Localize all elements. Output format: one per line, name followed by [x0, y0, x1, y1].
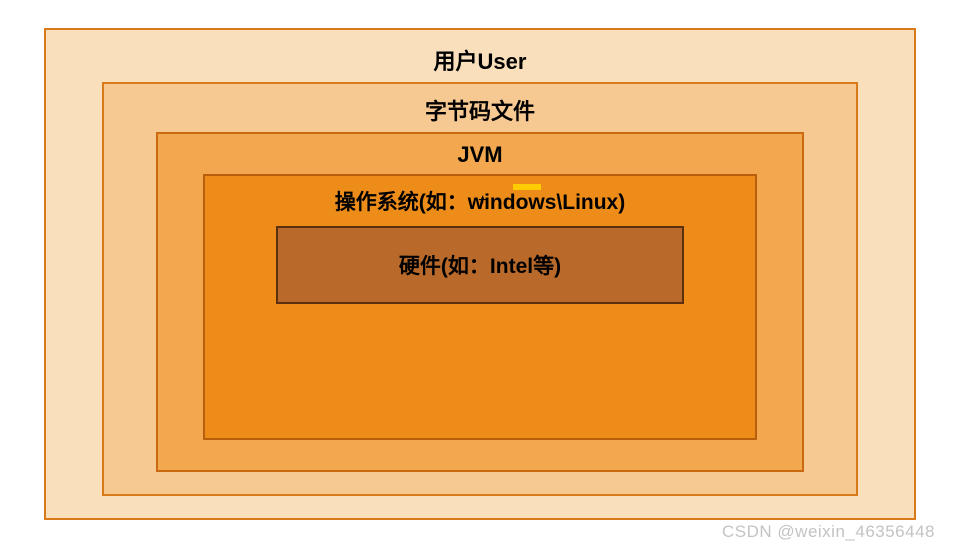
plus-mark: + [478, 192, 487, 210]
label-bytecode: 字节码文件 [425, 84, 535, 132]
watermark: CSDN @weixin_46356448 [722, 522, 935, 542]
layer-user: 用户User 字节码文件 + JVM 操作系统(如：windows\Linux)… [44, 28, 916, 520]
label-user: 用户User [434, 30, 527, 82]
accent-bar [513, 184, 541, 190]
label-hardware: 硬件(如：Intel等) [399, 250, 561, 280]
layer-os: 操作系统(如：windows\Linux) 硬件(如：Intel等) [203, 174, 757, 440]
layer-bytecode: 字节码文件 + JVM 操作系统(如：windows\Linux) 硬件(如：I… [102, 82, 858, 496]
label-jvm: JVM [457, 134, 502, 174]
layer-jvm: + JVM 操作系统(如：windows\Linux) 硬件(如：Intel等) [156, 132, 804, 472]
layer-hardware: 硬件(如：Intel等) [276, 226, 684, 304]
